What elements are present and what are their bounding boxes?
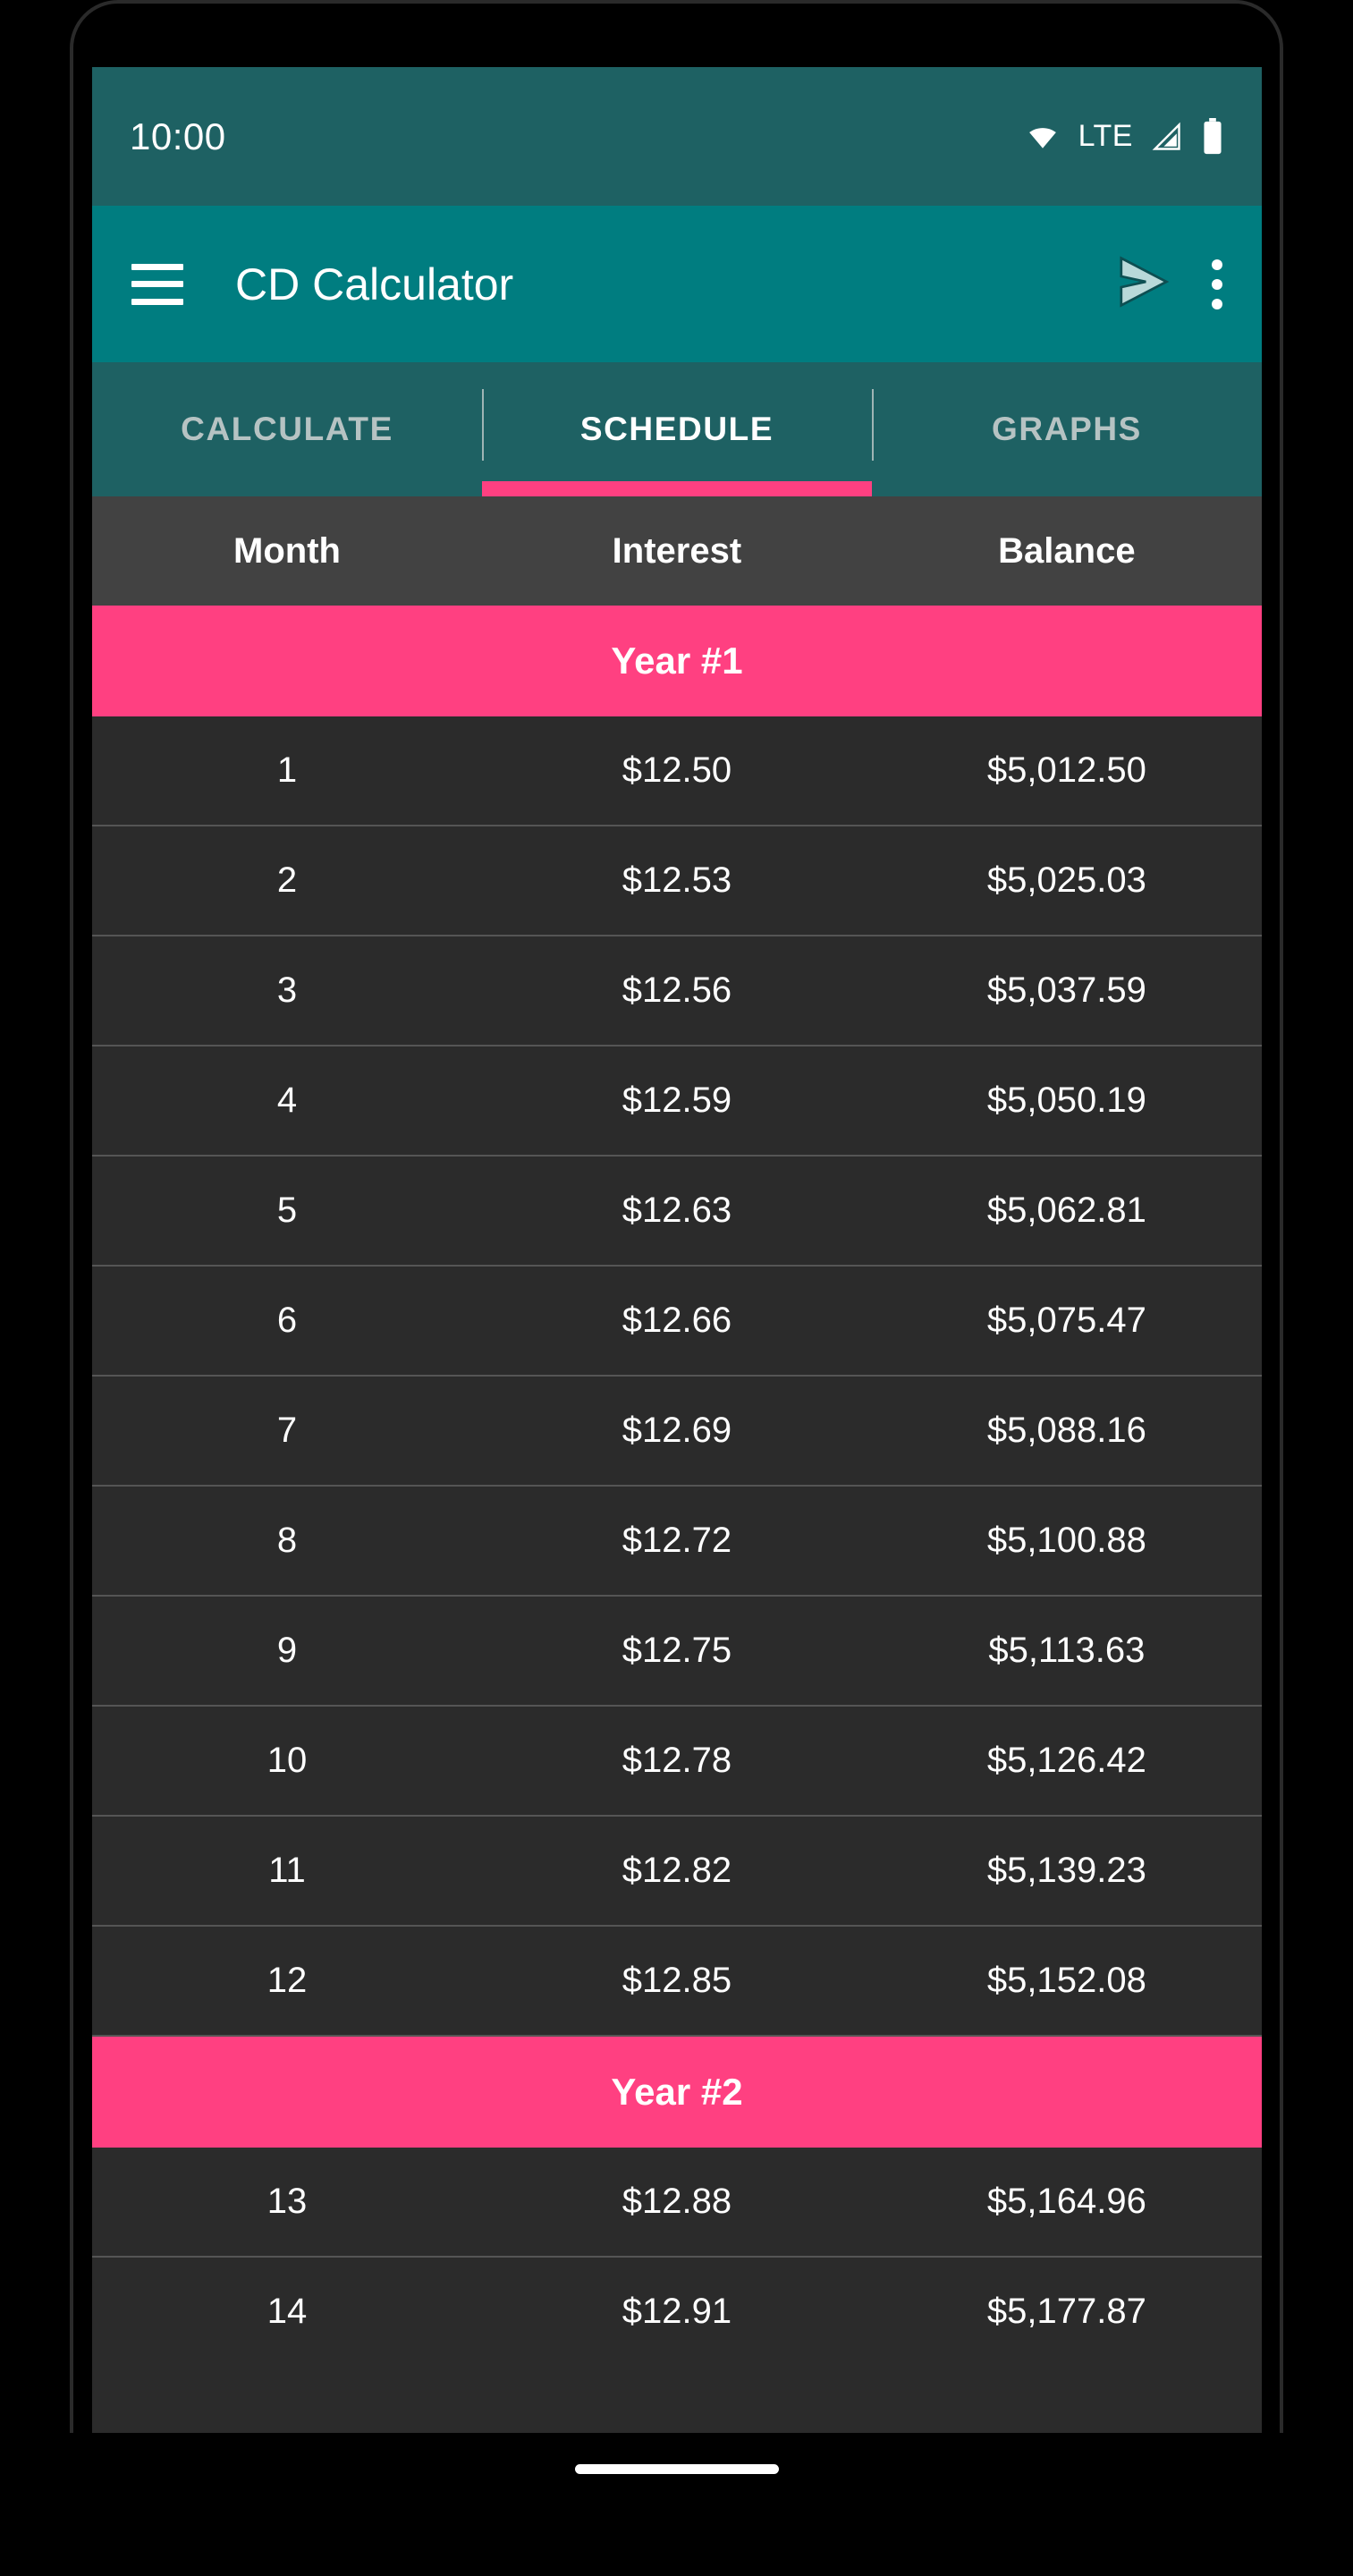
cell-interest: $12.69 [622, 1411, 732, 1450]
cell-interest: $12.56 [622, 970, 732, 1010]
table-row[interactable]: 5 $12.63 $5,062.81 [92, 1157, 1262, 1267]
overflow-menu-icon[interactable] [1212, 258, 1222, 309]
cell-interest: $12.85 [622, 1961, 732, 2000]
cell-month: 4 [276, 1080, 298, 1120]
cell-balance: $5,164.96 [986, 2182, 1146, 2221]
cell-month: 13 [266, 2182, 308, 2221]
status-time: 10:00 [130, 114, 226, 157]
cell-month: 8 [276, 1521, 298, 1560]
tab-indicator [92, 481, 482, 496]
cell-balance: $5,025.03 [986, 860, 1146, 900]
cell-balance: $5,100.88 [986, 1521, 1146, 1560]
cell-month: 14 [266, 2292, 308, 2331]
send-icon[interactable] [1113, 252, 1172, 316]
network-type-label: LTE [1078, 119, 1133, 153]
cell-balance: $5,012.50 [986, 750, 1146, 790]
cell-interest: $12.78 [622, 1741, 732, 1780]
app-bar: CD Calculator [92, 206, 1262, 362]
table-header-row: Month Interest Balance [92, 496, 1262, 606]
cell-balance: $5,075.47 [986, 1301, 1146, 1340]
cell-interest: $12.63 [622, 1191, 732, 1230]
status-icons: LTE [1023, 117, 1224, 156]
schedule-table[interactable]: Month Interest Balance Year #1 1 $12.50 $5,… [92, 496, 1262, 2343]
table-row[interactable]: 10 $12.78 $5,126.42 [92, 1707, 1262, 1817]
tab-schedule-label: SCHEDULE [579, 411, 774, 447]
cell-balance: $5,152.08 [986, 1961, 1146, 2000]
cell-month: 5 [276, 1191, 298, 1230]
tab-indicator [872, 481, 1262, 496]
tab-calculate-label: CALCULATE [181, 411, 393, 447]
year-separator-row: Year #2 [92, 2037, 1262, 2148]
table-row[interactable]: 9 $12.75 $5,113.63 [92, 1597, 1262, 1707]
cell-month: 11 [268, 1851, 306, 1890]
year-label: Year #1 [611, 640, 743, 682]
table-row[interactable]: 7 $12.69 $5,088.16 [92, 1377, 1262, 1487]
cell-balance: $5,177.87 [986, 2292, 1146, 2331]
page-title: CD Calculator [235, 258, 514, 309]
phone-screen: 10:00 LTE CD Calculator CALCULATE SCHEDU… [92, 67, 1262, 2433]
tab-schedule[interactable]: SCHEDULE [482, 362, 872, 496]
tab-graphs-label: GRAPHS [992, 411, 1142, 447]
cell-interest: $12.75 [622, 1631, 732, 1670]
cell-interest: $12.91 [622, 2292, 732, 2331]
tab-bar: CALCULATE SCHEDULE GRAPHS [92, 362, 1262, 496]
table-row[interactable]: 4 $12.59 $5,050.19 [92, 1046, 1262, 1157]
device-frame: 10:00 LTE CD Calculator CALCULATE SCHEDU… [0, 0, 1353, 2576]
cell-interest: $12.88 [622, 2182, 732, 2221]
cell-balance: $5,139.23 [986, 1851, 1146, 1890]
cell-month: 12 [266, 1961, 308, 2000]
cell-month: 6 [276, 1301, 298, 1340]
cell-month: 10 [266, 1741, 308, 1780]
table-row[interactable]: 6 $12.66 $5,075.47 [92, 1267, 1262, 1377]
cell-interest: $12.53 [622, 860, 732, 900]
cell-balance: $5,126.42 [986, 1741, 1146, 1780]
table-row[interactable]: 11 $12.82 $5,139.23 [92, 1817, 1262, 1927]
tab-indicator-active [482, 481, 872, 496]
cell-month: 3 [276, 970, 298, 1010]
table-row[interactable]: 1 $12.50 $5,012.50 [92, 716, 1262, 826]
table-row[interactable]: 13 $12.88 $5,164.96 [92, 2148, 1262, 2258]
table-row[interactable]: 14 $12.91 $5,177.87 [92, 2258, 1262, 2343]
cell-balance: $5,088.16 [986, 1411, 1146, 1450]
cell-balance: $5,050.19 [986, 1080, 1146, 1120]
status-bar: 10:00 LTE [92, 67, 1262, 206]
hamburger-menu-icon[interactable] [131, 263, 183, 305]
cell-interest: $12.50 [622, 750, 732, 790]
battery-icon [1201, 117, 1224, 156]
cell-interest: $12.66 [622, 1301, 732, 1340]
column-header-balance: Balance [998, 530, 1136, 571]
cell-month: 2 [276, 860, 298, 900]
cell-balance: $5,113.63 [988, 1631, 1146, 1670]
cell-interest: $12.82 [622, 1851, 732, 1890]
tab-graphs[interactable]: GRAPHS [872, 362, 1262, 496]
table-body: Year #1 1 $12.50 $5,012.50 2 $12.53 $5,025.03 3… [92, 606, 1262, 2343]
cell-month: 9 [276, 1631, 298, 1670]
column-header-interest: Interest [612, 530, 742, 571]
cell-month: 7 [276, 1411, 298, 1450]
cell-balance: $5,062.81 [986, 1191, 1146, 1230]
year-separator-row: Year #1 [92, 606, 1262, 716]
cell-balance: $5,037.59 [986, 970, 1146, 1010]
table-row[interactable]: 2 $12.53 $5,025.03 [92, 826, 1262, 936]
wifi-icon [1023, 122, 1062, 152]
signal-icon [1149, 121, 1185, 153]
tab-calculate[interactable]: CALCULATE [92, 362, 482, 496]
table-row[interactable]: 8 $12.72 $5,100.88 [92, 1487, 1262, 1597]
gesture-navigation-bar [0, 2433, 1353, 2504]
home-gesture-pill[interactable] [574, 2463, 779, 2474]
cell-month: 1 [276, 750, 298, 790]
column-header-month: Month [233, 530, 341, 571]
table-row[interactable]: 3 $12.56 $5,037.59 [92, 936, 1262, 1046]
cell-interest: $12.72 [622, 1521, 732, 1560]
cell-interest: $12.59 [622, 1080, 732, 1120]
app-bar-actions [1113, 252, 1222, 316]
table-row[interactable]: 12 $12.85 $5,152.08 [92, 1927, 1262, 2037]
year-label: Year #2 [611, 2071, 743, 2113]
